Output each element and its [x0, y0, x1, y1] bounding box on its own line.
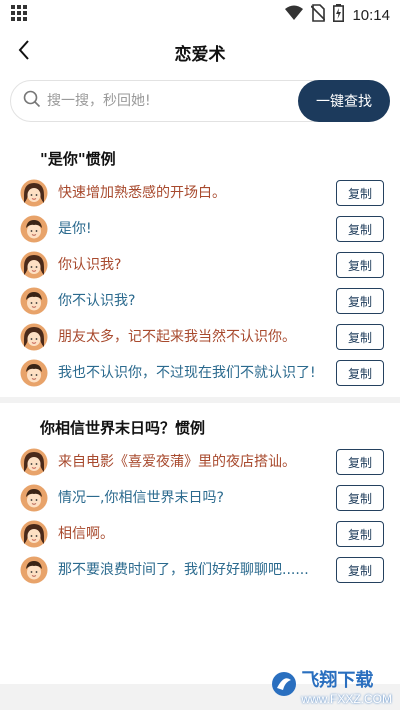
list-item: 你不认识我? 复制 [0, 283, 400, 319]
female-avatar-icon [20, 179, 48, 207]
dialogue-text: 相信啊。 [58, 526, 114, 542]
list-item: 快速增加熟悉感的开场白。 复制 [0, 175, 400, 211]
no-sim-icon [310, 4, 327, 26]
copy-button[interactable]: 复制 [336, 521, 384, 547]
dialogue-text: 是你! [58, 221, 92, 237]
section: 你相信世界末日吗？惯例 来自电影《喜爱夜蒲》里的夜店搭讪。 复制 情况一,你相信世界末… [0, 397, 400, 594]
female-avatar-icon [20, 448, 48, 476]
copy-button[interactable]: 复制 [336, 324, 384, 350]
status-bar: 10:14 [0, 0, 400, 30]
watermark: 飞翔下载 www.FXXZ.COM [271, 666, 392, 706]
female-avatar-icon [20, 251, 48, 279]
female-avatar-icon [20, 520, 48, 548]
list-item: 你认识我? 复制 [0, 247, 400, 283]
copy-button[interactable]: 复制 [336, 252, 384, 278]
watermark-brand: 飞翔下载 [301, 670, 374, 691]
watermark-url: www.FXXZ.COM [301, 692, 392, 706]
male-avatar-icon [20, 215, 48, 243]
section: "是你"惯例 快速增加熟悉感的开场白。 复制 是你! 复制 你认识我? 复制 你不认识我? 复制… [0, 128, 400, 397]
male-avatar-icon [20, 287, 48, 315]
dialogue-text: 那不要浪费时间了，我们好好聊聊吧...... [58, 562, 309, 578]
dialogue-text: 你认识我? [58, 257, 122, 273]
copy-button[interactable]: 复制 [336, 216, 384, 242]
dialogue-text: 情况一,你相信世界末日吗? [58, 490, 224, 506]
copy-button[interactable]: 复制 [336, 449, 384, 475]
list-item: 那不要浪费时间了，我们好好聊聊吧...... 复制 [0, 552, 400, 588]
section-title: "是你"惯例 [40, 150, 116, 168]
status-right: 10:14 [285, 4, 390, 26]
chevron-left-icon [17, 39, 31, 65]
battery-charging-icon [333, 4, 345, 26]
dialogue-text: 我也不认识你，不过现在我们不就认识了! [58, 365, 316, 381]
copy-button[interactable]: 复制 [336, 288, 384, 314]
dialogue-text: 你不认识我? [58, 293, 136, 309]
copy-button[interactable]: 复制 [336, 180, 384, 206]
copy-button[interactable]: 复制 [336, 557, 384, 583]
copy-button[interactable]: 复制 [336, 360, 384, 386]
copy-button[interactable]: 复制 [336, 485, 384, 511]
dialogue-text: 来自电影《喜爱夜蒲》里的夜店搭讪。 [58, 454, 296, 470]
female-avatar-icon [20, 323, 48, 351]
sections-container: "是你"惯例 快速增加熟悉感的开场白。 复制 是你! 复制 你认识我? 复制 你不认识我? 复制… [0, 128, 400, 594]
male-avatar-icon [20, 484, 48, 512]
search-icon [23, 90, 41, 112]
status-time: 10:14 [352, 6, 390, 24]
list-item: 相信啊。 复制 [0, 516, 400, 552]
list-item: 朋友太多，记不起来我当然不认识你。 复制 [0, 319, 400, 355]
wifi-icon [285, 5, 304, 25]
search-button[interactable]: 一键查找 [298, 80, 390, 122]
search-box: 一键查找 [10, 80, 390, 122]
watermark-text-group: 飞翔下载 www.FXXZ.COM [301, 666, 392, 706]
dialogue-text: 朋友太多，记不起来我当然不认识你。 [58, 329, 296, 345]
status-left [10, 4, 28, 26]
watermark-logo-icon [271, 671, 297, 701]
back-button[interactable] [8, 36, 40, 68]
male-avatar-icon [20, 556, 48, 584]
page-title: 恋爱术 [174, 44, 226, 65]
app-header: 恋爱术 [0, 30, 400, 74]
male-avatar-icon [20, 359, 48, 387]
section-title: 你相信世界末日吗？惯例 [40, 419, 206, 437]
list-item: 情况一,你相信世界末日吗? 复制 [0, 480, 400, 516]
list-item: 我也不认识你，不过现在我们不就认识了! 复制 [0, 355, 400, 391]
dialogue-text: 快速增加熟悉感的开场白。 [58, 185, 226, 201]
list-item: 是你! 复制 [0, 211, 400, 247]
search-row: 一键查找 [0, 74, 400, 128]
grid-icon [10, 4, 28, 26]
list-item: 来自电影《喜爱夜蒲》里的夜店搭讪。 复制 [0, 444, 400, 480]
